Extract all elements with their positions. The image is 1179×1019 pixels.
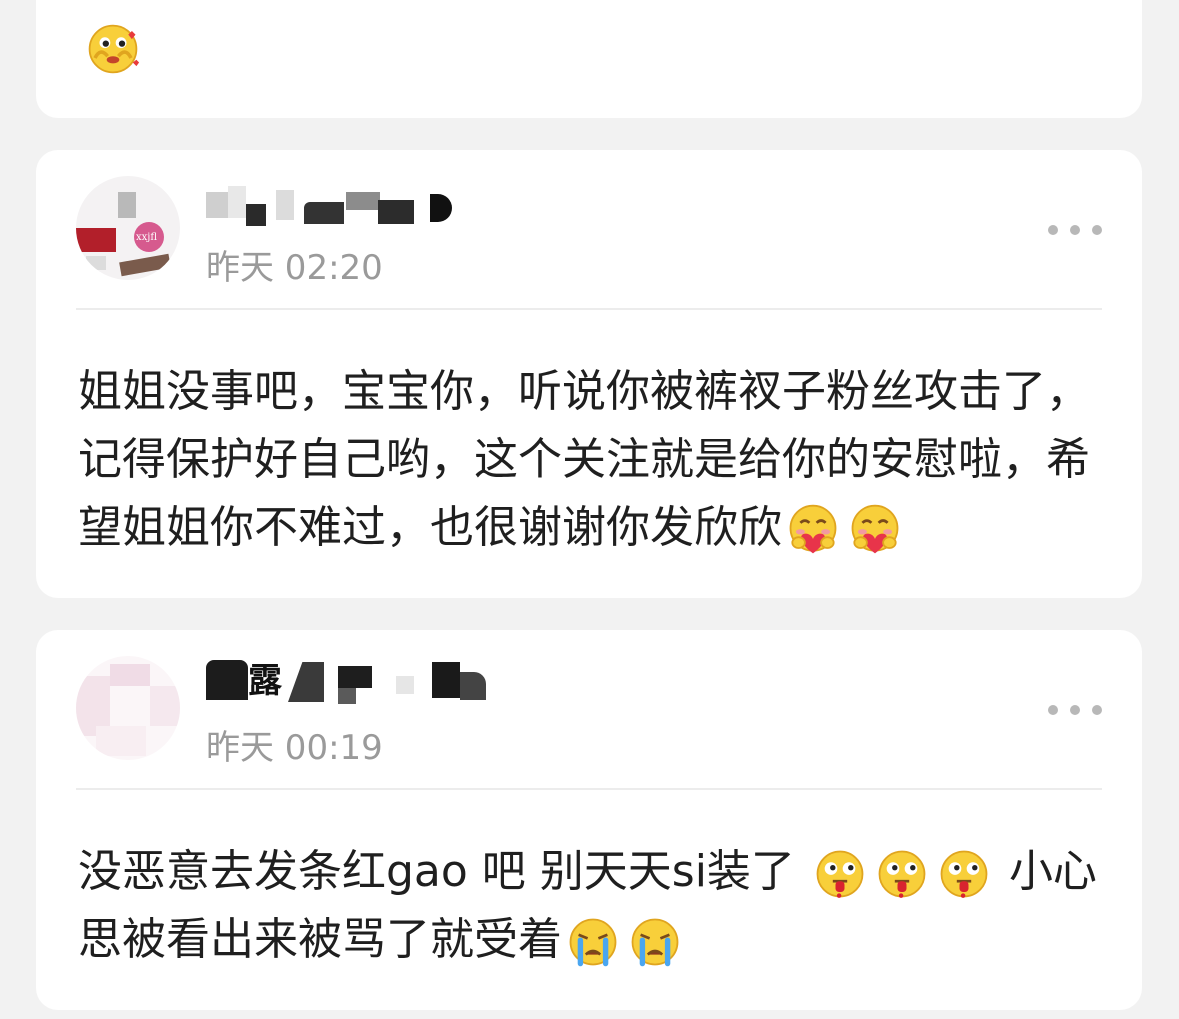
divider (76, 788, 1102, 790)
crying-face-emoji (566, 915, 620, 969)
crying-face-emoji (628, 915, 682, 969)
author-name-text: 露 (248, 661, 282, 701)
dot-icon (1092, 705, 1102, 715)
emoji-row (82, 22, 144, 76)
comment-time: 昨天 02:20 (206, 248, 383, 288)
more-options-button[interactable] (1048, 223, 1102, 237)
dot-icon (1070, 225, 1080, 235)
dot-icon (1092, 225, 1102, 235)
comment-card: 露 昨天 00:19 没恶意去发条红gao 吧 别天天si装了 小心思被看出来被… (36, 630, 1142, 1010)
dot-icon (1048, 705, 1058, 715)
author-name[interactable]: 露 (206, 658, 526, 708)
comment-body: 没恶意去发条红gao 吧 别天天si装了 小心思被看出来被骂了就受着 (78, 838, 1108, 974)
comment-time: 昨天 00:19 (206, 728, 383, 768)
dot-icon (1070, 705, 1080, 715)
user-avatar[interactable]: xxjfl (76, 176, 180, 280)
comment-body: 姐姐没事吧，宝宝你，听说你被裤衩子粉丝攻击了，记得保护好自己哟，这个关注就是给你… (78, 358, 1108, 562)
tongue-face-emoji (875, 847, 929, 901)
dot-icon (1048, 225, 1058, 235)
user-avatar[interactable] (76, 656, 180, 760)
cut-off-comment-text (116, 0, 1096, 18)
hug-heart-face-emoji (786, 503, 840, 557)
author-name[interactable] (206, 182, 506, 232)
avatar-watermark-text: xxjfl (136, 232, 158, 243)
comment-card: xxjfl 昨天 02:20 姐姐没事吧，宝宝你，听说你被裤衩子粉丝攻击了，记得… (36, 150, 1142, 598)
hug-heart-face-emoji (848, 503, 902, 557)
shy-face-emoji (86, 22, 140, 76)
more-options-button[interactable] (1048, 703, 1102, 717)
comment-text: 没恶意去发条红gao 吧 别天天si装了 (78, 846, 795, 897)
divider (76, 308, 1102, 310)
comment-text: 姐姐没事吧，宝宝你，听说你被裤衩子粉丝攻击了，记得保护好自己哟，这个关注就是给你… (78, 366, 1090, 553)
tongue-face-emoji (813, 847, 867, 901)
tongue-face-emoji (937, 847, 991, 901)
comment-card-previous (36, 0, 1142, 118)
